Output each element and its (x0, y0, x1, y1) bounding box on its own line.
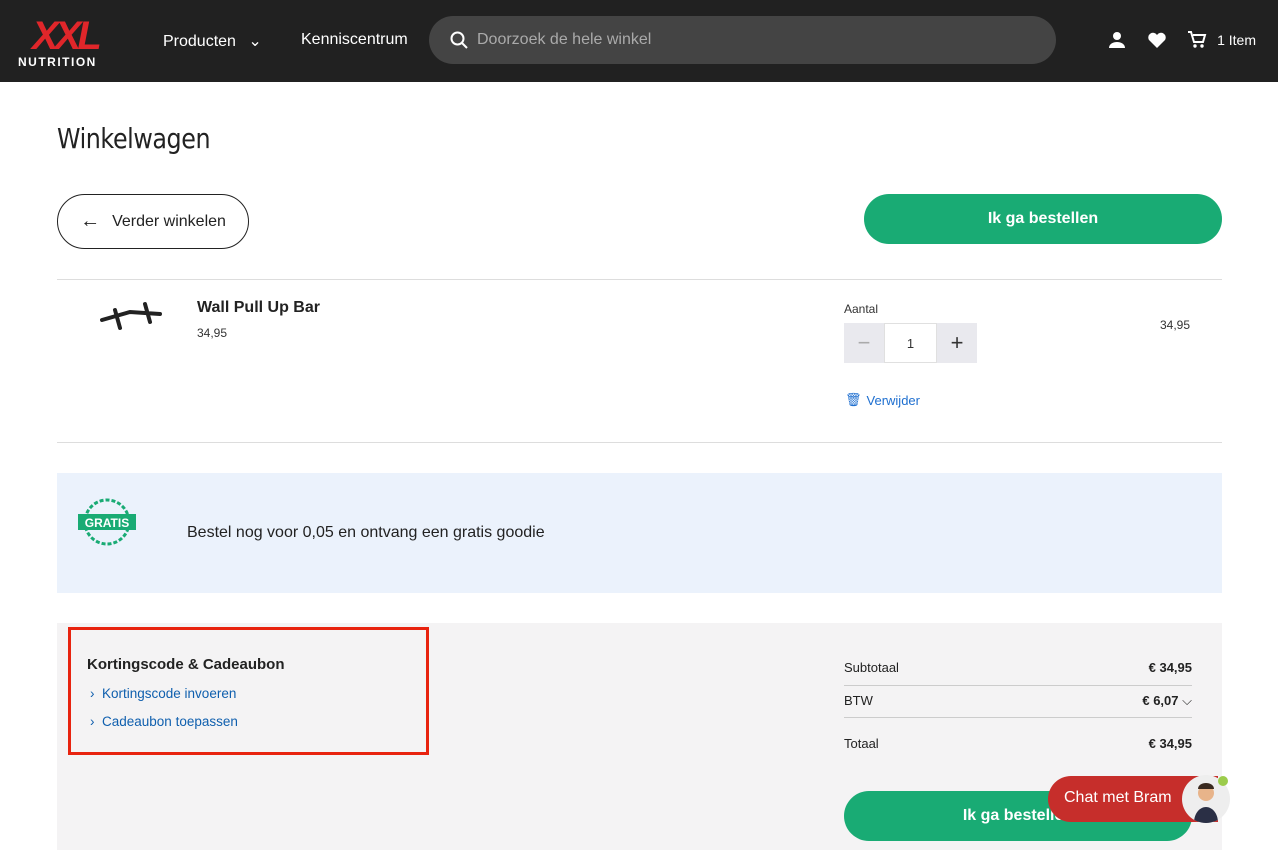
trash-icon: 🗑 (845, 392, 862, 407)
divider (57, 442, 1222, 443)
arrow-left-icon: ← (80, 210, 101, 232)
svg-text:GRATIS: GRATIS (85, 516, 129, 530)
nav-producten[interactable]: Producten ⌄ (163, 31, 262, 51)
continue-shopping-button[interactable]: ← Verder winkelen (57, 194, 249, 249)
divider (57, 279, 1222, 280)
discount-code-link[interactable]: › Kortingscode invoeren (90, 686, 236, 701)
cart-button[interactable]: 1 Item (1187, 30, 1256, 50)
discount-title: Kortingscode & Cadeaubon (87, 656, 285, 673)
page-title: Winkelwagen (57, 122, 211, 155)
chevron-down-icon: ⌵ (1182, 693, 1192, 708)
divider (844, 685, 1192, 686)
order-button-top[interactable]: Ik ga bestellen (864, 194, 1222, 244)
product-price: 34,95 (197, 326, 228, 340)
search-input[interactable]: Doorzoek de hele winkel (429, 16, 1056, 64)
header: XXL NUTRITION Producten ⌄ Kenniscentrum D… (0, 0, 1278, 82)
promo-text: Bestel nog voor 0,05 en ontvang een grat… (187, 524, 545, 541)
quantity-input[interactable]: 1 (884, 323, 937, 363)
decrease-button[interactable]: − (844, 323, 884, 363)
cart-icon (1188, 31, 1207, 48)
gratis-badge-icon: GRATIS (78, 498, 136, 546)
online-status-indicator (1218, 776, 1228, 786)
search-icon (450, 31, 468, 49)
chevron-down-icon: ⌄ (248, 33, 262, 50)
gift-card-link[interactable]: › Cadeaubon toepassen (90, 714, 238, 729)
account-icon[interactable] (1107, 30, 1127, 50)
divider (844, 717, 1192, 718)
product-name[interactable]: Wall Pull Up Bar (197, 299, 320, 317)
increase-button[interactable]: + (937, 323, 977, 363)
line-total: 34,95 (1160, 318, 1191, 332)
free-goodie-banner: GRATIS Bestel nog voor 0,05 en ontvang e… (57, 473, 1222, 593)
subtotal-row: Subtotaal € 34,95 (844, 660, 1192, 675)
logo[interactable]: XXL NUTRITION (18, 14, 110, 70)
nav-kenniscentrum[interactable]: Kenniscentrum (301, 31, 408, 49)
quantity-stepper: − 1 + (844, 323, 977, 363)
product-image[interactable] (100, 298, 165, 334)
total-row: Totaal € 34,95 (844, 736, 1192, 751)
vat-row[interactable]: BTW € 6,07 ⌵ (844, 693, 1192, 709)
quantity-label: Aantal (844, 302, 879, 316)
remove-button[interactable]: 🗑 Verwijder (845, 392, 920, 408)
heart-icon[interactable] (1147, 30, 1167, 50)
